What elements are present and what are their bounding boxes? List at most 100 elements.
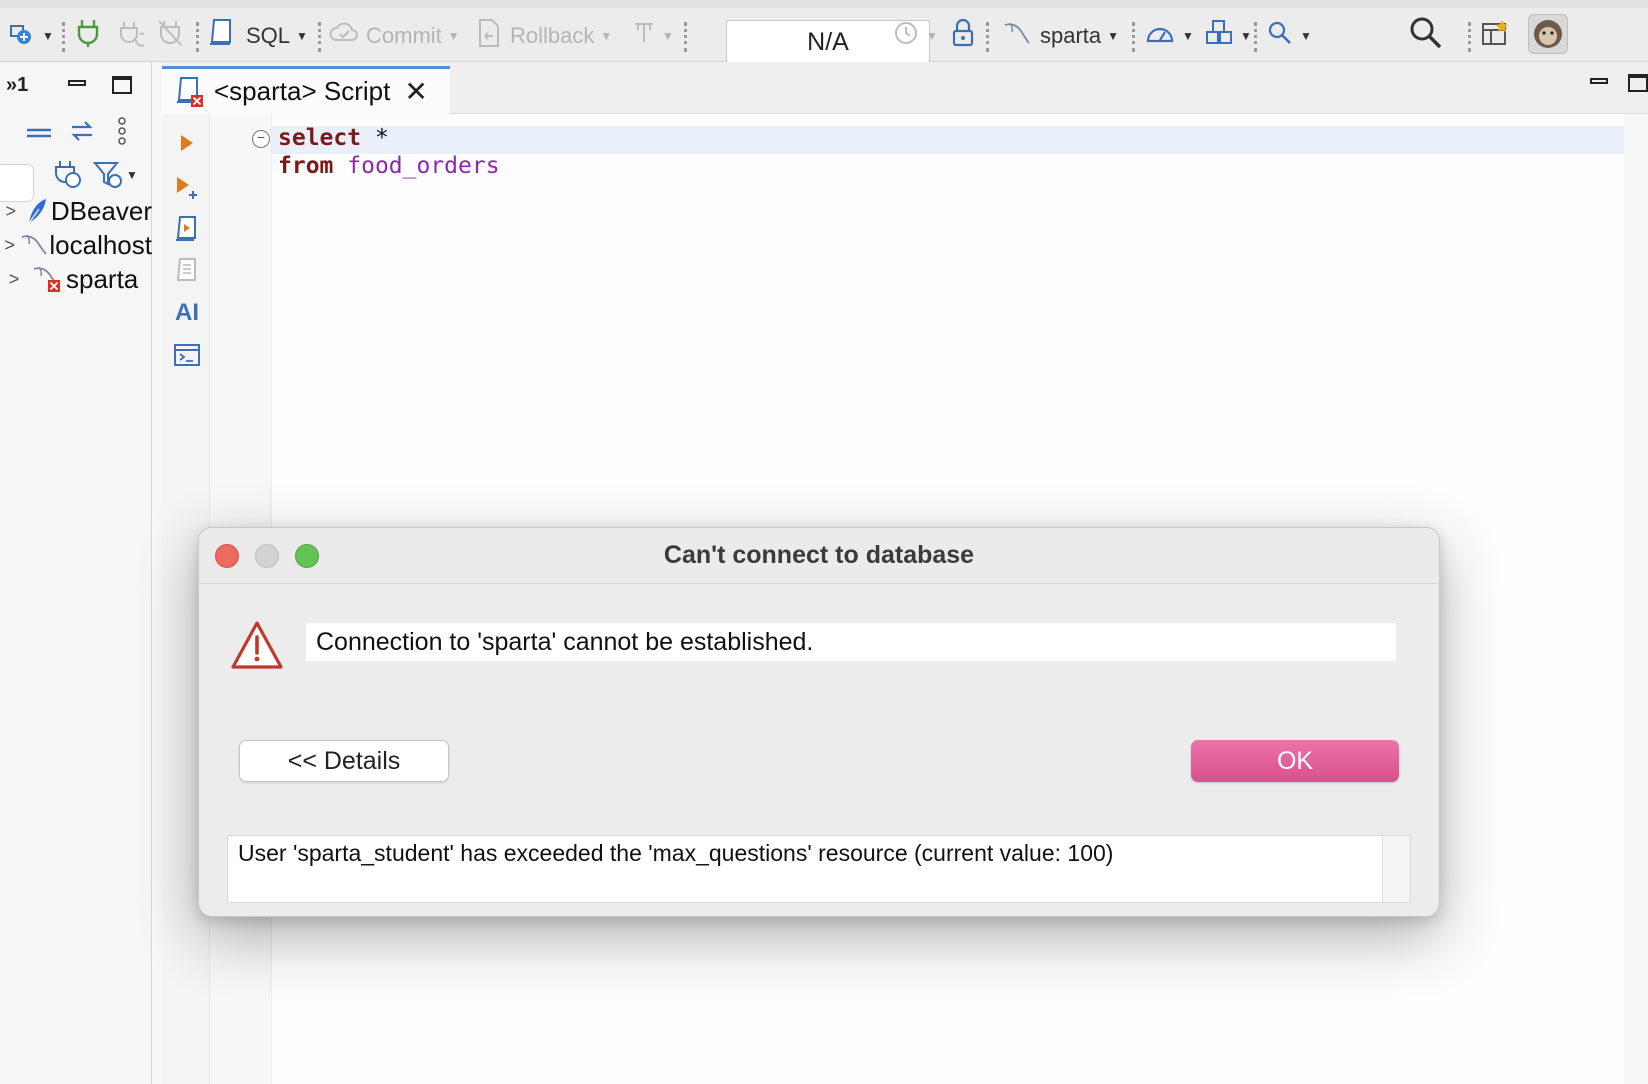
dashboard-button[interactable]: ▼ — [1144, 16, 1194, 56]
current-line-highlight — [272, 126, 1624, 154]
transaction-log-button[interactable]: ▼ — [892, 16, 938, 56]
terminal-icon[interactable] — [172, 340, 202, 370]
minimize-icon[interactable] — [68, 80, 86, 86]
toolbar-separator — [62, 22, 65, 52]
new-connection-icon — [6, 18, 36, 54]
window-minimize-button[interactable] — [255, 544, 279, 568]
execute-statement-icon[interactable] — [172, 128, 202, 158]
commit-label: Commit — [366, 23, 442, 48]
chevron-down-icon: ▼ — [1240, 29, 1252, 43]
sql-label: SQL — [246, 23, 291, 48]
sql-editor-button[interactable]: SQL ▼ — [208, 16, 308, 56]
tab-title: <sparta> Script — [214, 76, 391, 106]
filter-icon[interactable]: ▼ — [92, 160, 138, 190]
tree-item-sparta[interactable]: > sparta — [0, 262, 152, 296]
rollback-button[interactable]: Rollback ▼ — [476, 16, 612, 56]
ai-assistant-icon[interactable]: AI — [172, 298, 202, 328]
datasource-label: sparta — [1040, 23, 1102, 48]
transaction-mode-icon — [632, 20, 656, 52]
commit-button[interactable]: Commit ▼ — [328, 16, 460, 56]
error-message: Connection to 'sparta' cannot be establi… — [306, 623, 1396, 661]
ai-label: AI — [175, 299, 199, 326]
tree-item-dbeaver[interactable]: > DBeaver — [0, 194, 152, 228]
sql-operator: * — [361, 125, 389, 151]
dbeaver-perspective-button[interactable] — [1528, 14, 1568, 54]
transaction-mode-button[interactable]: ▼ — [632, 16, 674, 56]
tree-item-label: sparta — [66, 263, 139, 294]
execute-in-new-tab-icon[interactable] — [172, 172, 202, 202]
chevron-right-icon[interactable]: > — [0, 269, 28, 290]
new-connection-button[interactable]: ▼ — [6, 16, 54, 56]
details-button[interactable]: << Details — [239, 740, 449, 782]
code-line-2: from food_orders — [278, 153, 500, 179]
tree-item-label: localhost — [49, 229, 152, 260]
sql-keyword: select — [278, 125, 362, 151]
maximize-icon[interactable] — [1628, 74, 1648, 92]
details-scrollbar[interactable] — [1382, 836, 1410, 902]
rollback-label: Rollback — [510, 23, 595, 48]
chevron-right-icon[interactable]: > — [0, 235, 19, 256]
link-with-editor-icon[interactable] — [68, 118, 96, 149]
disconnect-button[interactable] — [156, 16, 184, 56]
execute-script-icon[interactable] — [172, 214, 202, 244]
datasource-selector[interactable]: sparta ▼ — [1002, 16, 1119, 56]
close-icon[interactable]: ✕ — [404, 77, 427, 106]
open-perspective-button[interactable] — [1480, 16, 1510, 56]
mysql-dolphin-error-icon — [28, 264, 66, 294]
toolbar-separator — [986, 22, 989, 52]
dialog-title: Can't connect to database — [663, 541, 975, 569]
toolbar-separator — [684, 22, 687, 52]
connect-button[interactable] — [74, 16, 102, 56]
tools-button[interactable]: ▼ — [1204, 16, 1252, 56]
sql-script-icon — [208, 17, 236, 55]
fold-collapse-icon[interactable]: − — [252, 130, 270, 148]
mysql-dolphin-icon — [19, 230, 49, 260]
view-pager-label[interactable]: »1 — [6, 74, 28, 97]
collapse-all-icon[interactable] — [24, 122, 54, 147]
search-icon — [1266, 19, 1294, 53]
error-details-text-area[interactable]: User 'sparta_student' has exceeded the '… — [227, 835, 1411, 903]
warning-icon — [229, 619, 285, 671]
main-toolbar: ▼ SQL ▼ Commit ▼ Rollback ▼ ▼ N/A ▼ spar… — [0, 0, 1648, 64]
global-search-button[interactable] — [1408, 16, 1444, 56]
code-line-1: select * — [278, 125, 389, 151]
chevron-right-icon[interactable]: > — [0, 201, 22, 222]
connection-error-dialog: Can't connect to database Connection to … — [198, 527, 1440, 917]
search-icon — [1408, 15, 1444, 57]
toolbar-separator — [196, 22, 199, 52]
chevron-down-icon: ▼ — [42, 29, 54, 43]
explain-plan-icon[interactable] — [172, 256, 202, 286]
sql-keyword: from — [278, 153, 334, 179]
lock-button[interactable] — [950, 16, 976, 56]
editor-tab-bar: <sparta> Script ✕ — [162, 62, 1648, 114]
tree-item-label: DBeaver — [50, 195, 152, 226]
view-menu-icon[interactable] — [116, 116, 128, 151]
plug-icon — [74, 18, 102, 54]
rollback-icon — [476, 18, 502, 54]
speedometer-icon — [1144, 19, 1176, 53]
window-zoom-button[interactable] — [295, 544, 319, 568]
ok-button[interactable]: OK — [1191, 740, 1399, 782]
tab-sparta-script[interactable]: <sparta> Script ✕ — [162, 66, 450, 114]
reconnect-button[interactable] — [116, 16, 149, 56]
chevron-down-icon: ▼ — [296, 29, 308, 43]
window-close-button[interactable] — [215, 544, 239, 568]
database-navigator: »1 ▼ > DBeaver > localhost > sparta — [0, 62, 152, 1084]
disconnect-icon — [156, 18, 184, 54]
search-dropdown-button[interactable]: ▼ — [1266, 16, 1312, 56]
connect-filter-icon[interactable] — [52, 158, 82, 195]
maximize-icon[interactable] — [112, 76, 132, 94]
toolbar-separator — [1254, 22, 1257, 52]
chevron-down-icon: ▼ — [1182, 29, 1194, 43]
chevron-down-icon: ▼ — [126, 168, 138, 182]
dbeaver-feather-icon — [22, 196, 51, 226]
chevron-down-icon: ▼ — [1300, 29, 1312, 43]
tree-item-localhost[interactable]: > localhost — [0, 228, 152, 262]
perspective-icon — [1480, 18, 1510, 54]
minimize-icon[interactable] — [1590, 78, 1608, 84]
chevron-down-icon: ▼ — [600, 29, 613, 43]
chevron-down-icon: ▼ — [926, 29, 938, 43]
reconnect-icon — [116, 18, 149, 54]
boxes-icon — [1204, 19, 1234, 53]
mysql-dolphin-icon — [1002, 19, 1032, 53]
